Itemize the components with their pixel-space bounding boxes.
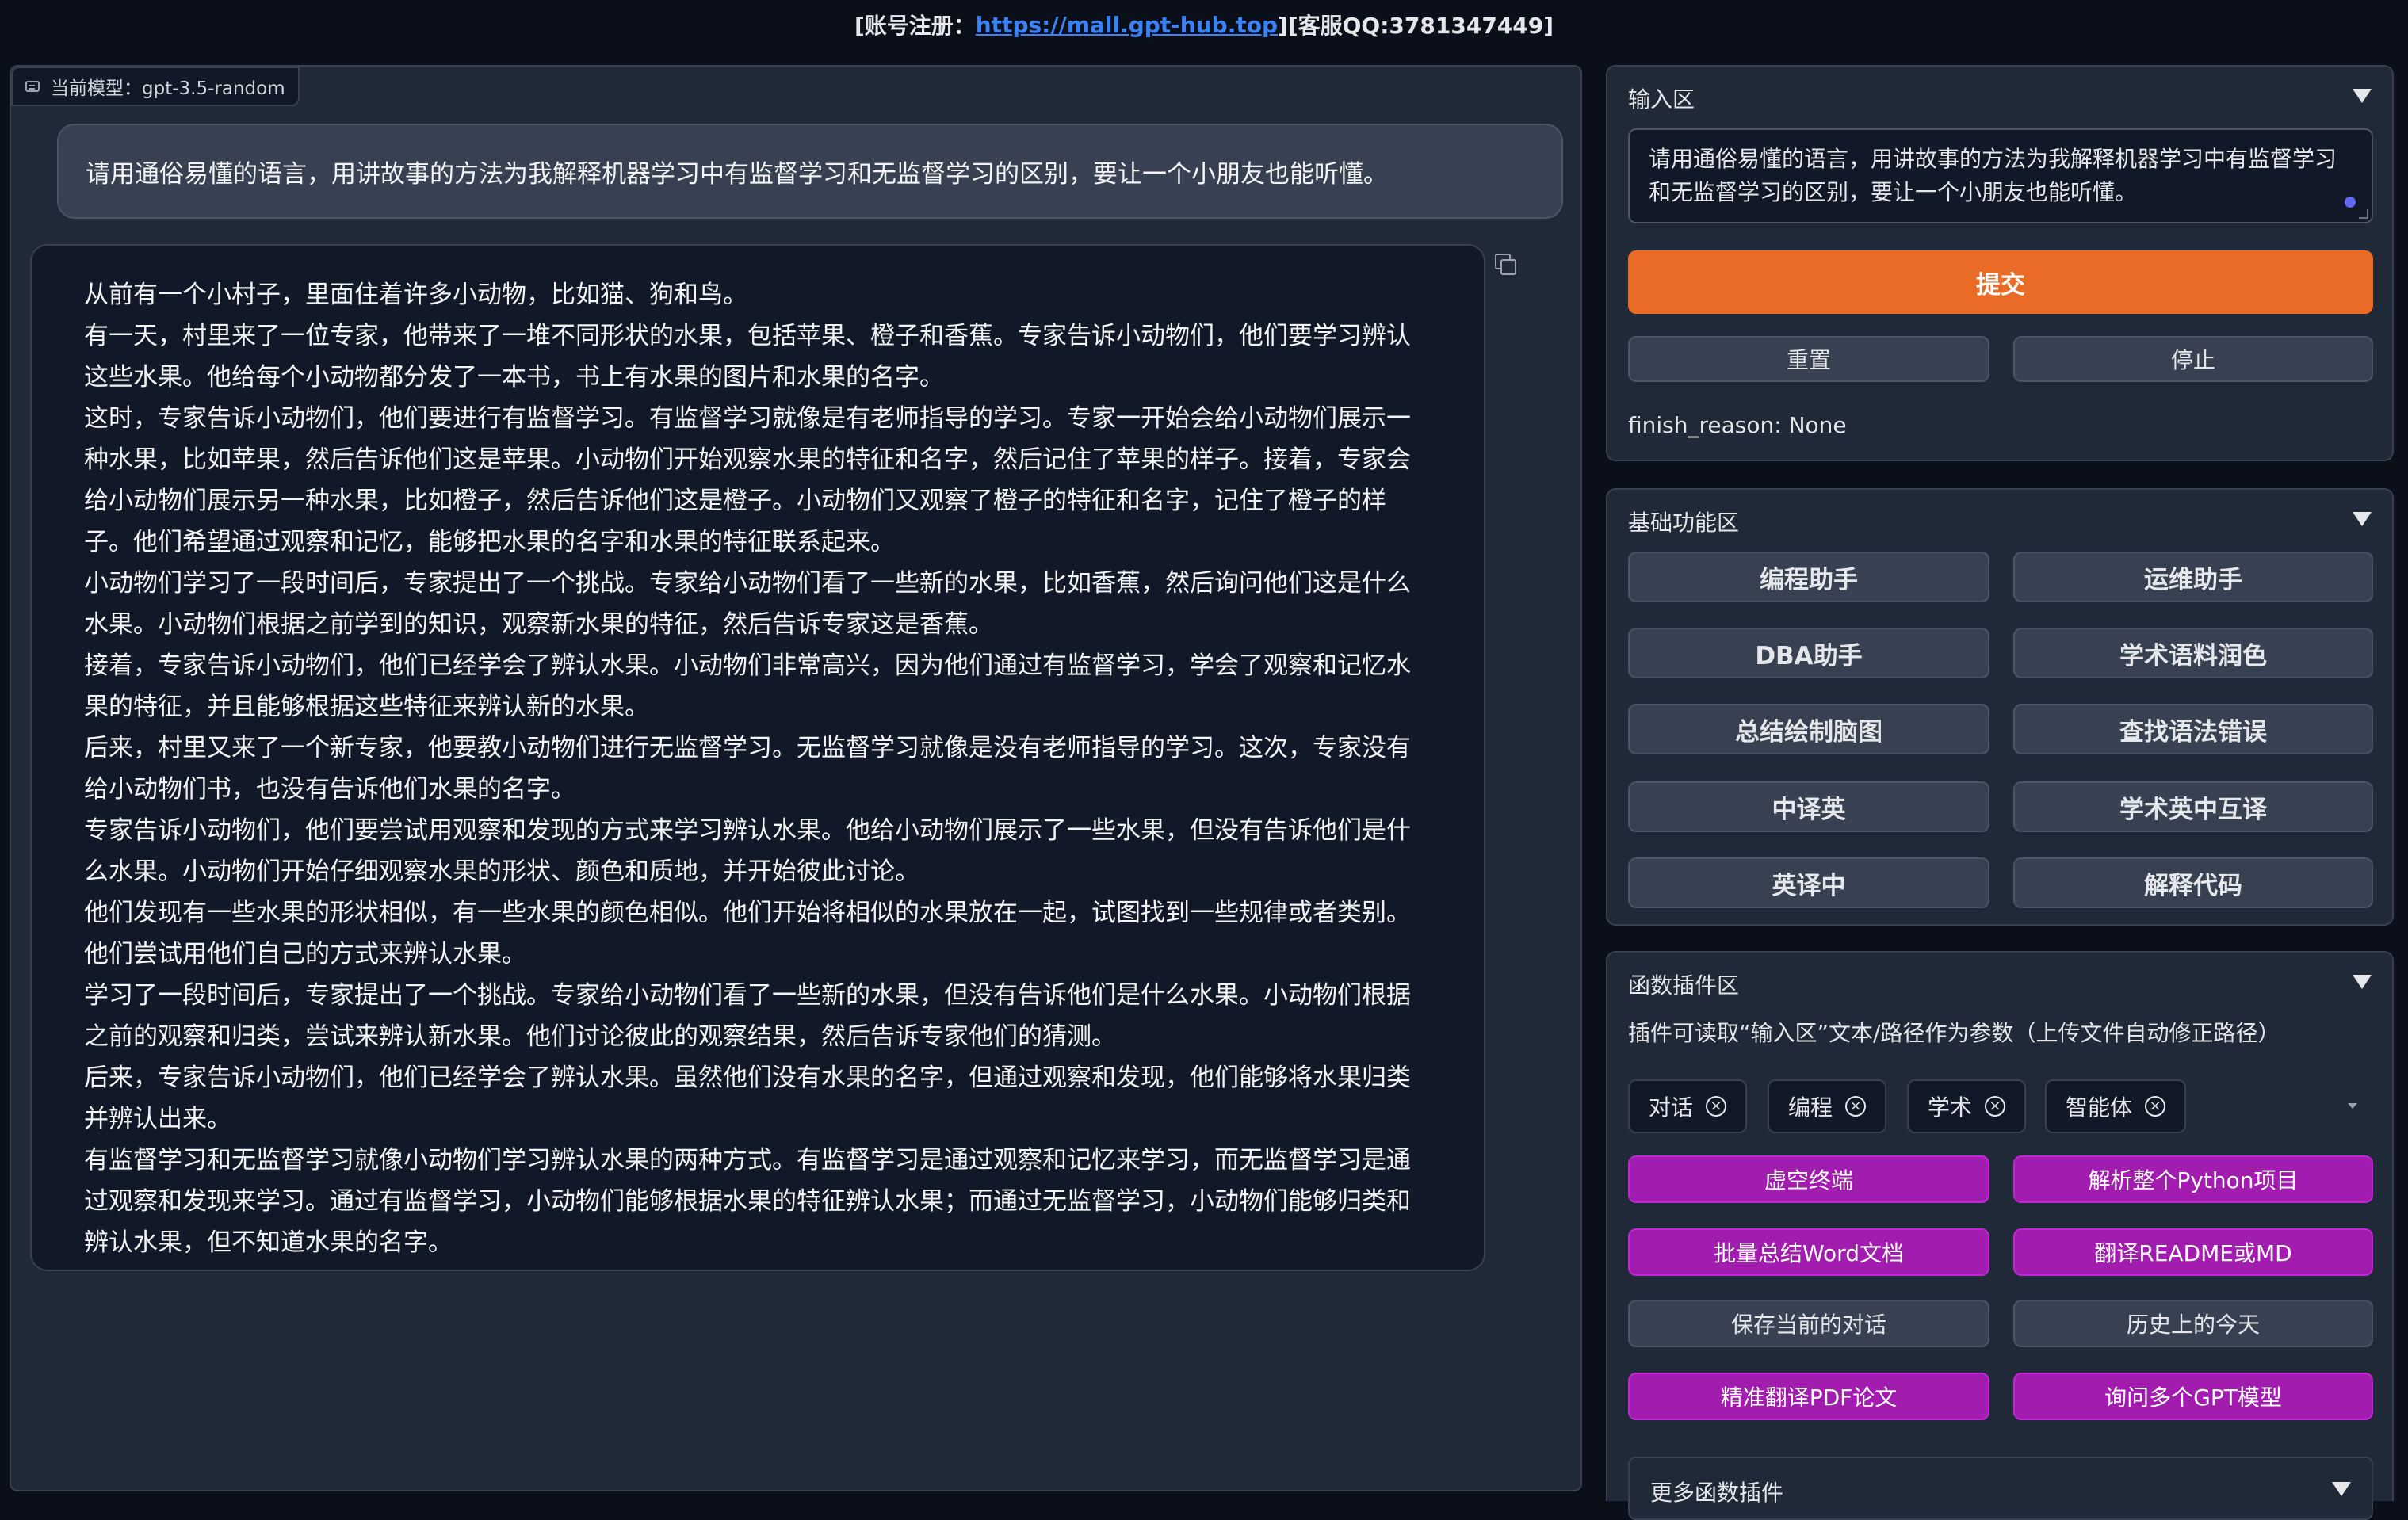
tag-label: 编程 (1788, 1094, 1833, 1121)
bot-line: 学习了一段时间后，专家提出了一个挑战。专家给小动物们看了一些新的水果，但没有告诉… (84, 981, 1411, 1010)
tag-chip: 智能体 × (2045, 1079, 2187, 1133)
finish-reason: finish_reason: None (1628, 412, 1847, 438)
model-label-text: 当前模型：gpt-3.5-random (51, 78, 285, 99)
bot-line: 并辨认出来。 (84, 1105, 231, 1133)
header-prefix: [账号注册： (854, 13, 976, 39)
bot-line: 之前的观察和归类，尝试来辨认新水果。他们讨论彼此的观察结果，然后告诉专家他们的猜… (84, 1022, 1116, 1051)
plugin-hint: 插件可读取“输入区”文本/路径作为参数（上传文件自动修正路径） (1628, 1020, 2280, 1046)
more-plugins-label: 更多函数插件 (1650, 1480, 1784, 1506)
basic-button[interactable]: 运维助手 (2013, 552, 2373, 602)
bot-line: 子。他们希望通过观察和记忆，能够把水果的名字和水果的特征联系起来。 (84, 528, 895, 556)
bot-line: 专家告诉小动物们，他们要尝试用观察和发现的方式来学习辨认水果。他给小动物们展示了… (84, 816, 1411, 845)
tag-label: 智能体 (2066, 1094, 2133, 1121)
basic-button[interactable]: 解释代码 (2013, 857, 2373, 908)
collapse-caret-icon[interactable] (2353, 512, 2372, 526)
basic-button[interactable]: 学术英中互译 (2013, 781, 2373, 832)
plugin-button[interactable]: 询问多个GPT模型 (2013, 1373, 2373, 1420)
basic-button[interactable]: 中译英 (1628, 781, 1989, 832)
header-bar: [账号注册： https://mall.gpt-hub.top ][客服QQ:3… (0, 0, 2408, 49)
user-message-text: 请用通俗易懂的语言，用讲故事的方法为我解释机器学习中有监督学习和无监督学习的区别… (86, 159, 1388, 189)
bot-line: 从前有一个小村子，里面住着许多小动物，比如猫、狗和鸟。 (84, 281, 747, 309)
bot-message: 从前有一个小村子，里面住着许多小动物，比如猫、狗和鸟。 有一天，村里来了一位专家… (30, 244, 1485, 1271)
expand-caret-icon[interactable] (2332, 1482, 2351, 1496)
input-panel: 输入区 请用通俗易懂的语言，用讲故事的方法为我解释机器学习中有监督学习和无监督学… (1606, 65, 2394, 461)
bot-line: 过观察和发现来学习。通过有监督学习，小动物们能够根据水果的特征辨认水果；而通过无… (84, 1187, 1411, 1216)
bot-line: 水果。小动物们根据之前学到的知识，观察新水果的特征，然后告诉专家这是香蕉。 (84, 610, 993, 639)
input-textarea[interactable]: 请用通俗易懂的语言，用讲故事的方法为我解释机器学习中有监督学习和无监督学习的区别… (1628, 128, 2373, 223)
basic-panel: 基础功能区 编程助手 运维助手 DBA助手 学术语料润色 总结绘制脑图 查找语法… (1606, 488, 2394, 926)
header-suffix: ][客服QQ:3781347449] (1278, 13, 1554, 39)
plugin-panel-title: 函数插件区 (1628, 972, 1740, 999)
reset-button[interactable]: 重置 (1628, 336, 1989, 382)
tag-chip: 对话 × (1628, 1079, 1748, 1133)
plugin-button[interactable]: 保存当前的对话 (1628, 1300, 1989, 1347)
bot-line: 这些水果。他给每个小动物都分发了一本书，书上有水果的图片和水果的名字。 (84, 363, 944, 391)
plugin-tag-select[interactable]: 对话 × 编程 × 学术 × 智能体 × (1628, 1079, 2373, 1133)
basic-button[interactable]: 学术语料润色 (2013, 628, 2373, 678)
plugin-button[interactable]: 翻译README或MD (2013, 1228, 2373, 1276)
chat-panel: 当前模型：gpt-3.5-random 请用通俗易懂的语言，用讲故事的方法为我解… (10, 65, 1582, 1491)
plugin-panel: 函数插件区 插件可读取“输入区”文本/路径作为参数（上传文件自动修正路径） 对话… (1606, 951, 2394, 1520)
basic-button[interactable]: 编程助手 (1628, 552, 1989, 602)
tag-chip: 学术 × (1907, 1079, 2027, 1133)
bot-line: 后来，专家告诉小动物们，他们已经学会了辨认水果。虽然他们没有水果的名字，但通过观… (84, 1064, 1411, 1092)
close-icon[interactable]: × (1985, 1096, 2006, 1117)
close-icon[interactable]: × (1845, 1096, 1867, 1117)
collapse-caret-icon[interactable] (2353, 89, 2372, 103)
basic-button[interactable]: 查找语法错误 (2013, 704, 2373, 754)
plugin-button[interactable]: 虚空终端 (1628, 1155, 1989, 1203)
tag-label: 对话 (1649, 1094, 1694, 1121)
status-dot-icon (2345, 197, 2356, 208)
copy-icon[interactable] (1492, 250, 1516, 275)
close-icon[interactable]: × (2145, 1096, 2166, 1117)
tag-chip: 编程 × (1768, 1079, 1887, 1133)
bot-line: 么水果。小动物们开始仔细观察水果的形状、颜色和质地，并开始彼此讨论。 (84, 857, 919, 886)
close-icon[interactable]: × (1706, 1096, 1727, 1117)
resize-grip-icon[interactable] (2359, 209, 2368, 219)
basic-button[interactable]: 英译中 (1628, 857, 1989, 908)
collapse-caret-icon[interactable] (2353, 975, 2372, 989)
plugin-button[interactable]: 历史上的今天 (2013, 1300, 2373, 1347)
model-label: 当前模型：gpt-3.5-random (11, 67, 300, 106)
user-message: 请用通俗易懂的语言，用讲故事的方法为我解释机器学习中有监督学习和无监督学习的区别… (57, 124, 1563, 219)
bot-line: 给小动物们展示另一种水果，比如橙子，然后告诉他们这是橙子。小动物们又观察了橙子的… (84, 487, 1386, 515)
bot-line: 这时，专家告诉小动物们，他们要进行有监督学习。有监督学习就像是有老师指导的学习。… (84, 404, 1411, 433)
register-link[interactable]: https://mall.gpt-hub.top (976, 12, 1278, 38)
submit-button[interactable]: 提交 (1628, 250, 2373, 314)
dropdown-caret-icon[interactable] (2348, 1103, 2357, 1109)
bot-line: 他们发现有一些水果的形状相似，有一些水果的颜色相似。他们开始将相似的水果放在一起… (84, 899, 1411, 927)
bot-line: 接着，专家告诉小动物们，他们已经学会了辨认水果。小动物们非常高兴，因为他们通过有… (84, 651, 1411, 680)
input-text: 请用通俗易懂的语言，用讲故事的方法为我解释机器学习中有监督学习和无监督学习的区别… (1649, 146, 2337, 205)
basic-panel-title: 基础功能区 (1628, 510, 1740, 536)
stop-button[interactable]: 停止 (2013, 336, 2373, 382)
bot-line: 种水果，比如苹果，然后告诉他们这是苹果。小动物们开始观察水果的特征和名字，然后记… (84, 445, 1411, 474)
bot-line: 辨认水果，但不知道水果的名字。 (84, 1228, 453, 1257)
chat-icon (25, 81, 40, 92)
bot-line: 有一天，村里来了一位专家，他带来了一堆不同形状的水果，包括苹果、橙子和香蕉。专家… (84, 322, 1411, 350)
basic-button[interactable]: 总结绘制脑图 (1628, 704, 1989, 754)
plugin-button[interactable]: 解析整个Python项目 (2013, 1155, 2373, 1203)
bot-line: 果的特征，并且能够根据这些特征来辨认新的水果。 (84, 693, 649, 721)
bot-line: 小动物们学习了一段时间后，专家提出了一个挑战。专家给小动物们看了一些新的水果，比… (84, 569, 1411, 598)
bot-line: 后来，村里又来了一个新专家，他要教小动物们进行无监督学习。无监督学习就像是没有老… (84, 734, 1411, 762)
plugin-button[interactable]: 批量总结Word文档 (1628, 1228, 1989, 1276)
basic-button[interactable]: DBA助手 (1628, 628, 1989, 678)
bot-line: 给小动物们书，也没有告诉他们水果的名字。 (84, 775, 575, 804)
bot-line: 他们尝试用他们自己的方式来辨认水果。 (84, 940, 526, 968)
tag-label: 学术 (1928, 1094, 1973, 1121)
bot-line: 有监督学习和无监督学习就像小动物们学习辨认水果的两种方式。有监督学习是通过观察和… (84, 1146, 1411, 1174)
plugin-button[interactable]: 精准翻译PDF论文 (1628, 1373, 1989, 1420)
input-panel-title: 输入区 (1628, 86, 1695, 113)
more-plugins-accordion[interactable]: 更多函数插件 (1628, 1457, 2373, 1520)
